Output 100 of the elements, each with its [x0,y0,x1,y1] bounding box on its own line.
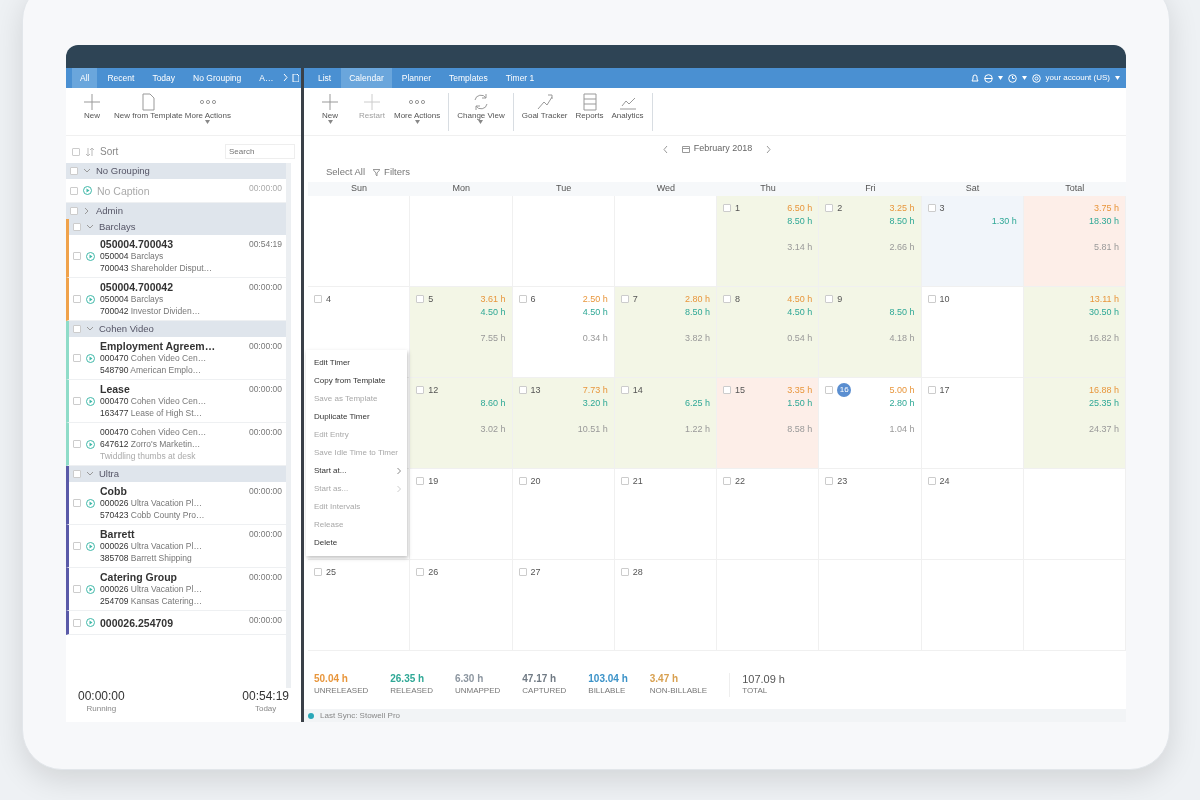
calendar-cell[interactable]: 28 [614,560,717,652]
day-checkbox[interactable] [723,477,731,486]
toolbar-button[interactable]: Reports [569,93,610,120]
day-checkbox[interactable] [825,477,834,486]
timer-checkbox[interactable] [73,440,81,448]
calendar-cell[interactable]: 25 [308,560,411,652]
play-icon[interactable] [86,541,95,551]
day-checkbox[interactable] [723,204,731,213]
day-checkbox[interactable] [825,386,834,395]
day-checkbox[interactable] [825,295,834,304]
day-checkbox[interactable] [927,295,936,304]
day-checkbox[interactable] [518,295,527,304]
day-checkbox[interactable] [927,204,936,213]
chevron-down-icon[interactable] [87,224,93,230]
chevron-right-icon[interactable] [766,145,772,153]
calendar-cell[interactable]: 24 [921,469,1024,561]
calendar-cell[interactable]: 20 [512,469,615,561]
day-checkbox[interactable] [416,386,425,395]
toolbar-button[interactable]: New [310,93,350,124]
timer-row[interactable]: 000470 Cohen Video Cen… 647612 Zorro's Marketin… Twiddling thumbs at desk 00:00:00 [66,423,286,466]
group-checkbox[interactable] [70,167,78,175]
calendar-cell[interactable]: 2 3.25 h 8.50 h 2.66 h [819,196,922,288]
day-checkbox[interactable] [416,568,425,577]
group-checkbox[interactable] [73,470,81,478]
calendar-cell[interactable]: 17 [921,378,1024,470]
group-header[interactable]: Ultra [66,466,286,482]
calendar-cell[interactable]: 8 4.50 h 4.50 h 0.54 h [717,287,820,379]
bell-icon[interactable] [970,73,979,83]
calendar-cell[interactable]: 13 7.73 h 3.20 h 10.51 h [512,378,615,470]
play-icon[interactable] [86,618,95,627]
day-checkbox[interactable] [620,295,629,304]
day-checkbox[interactable] [723,295,731,304]
calendar-cell[interactable]: 9 8.50 h 4.18 h [819,287,922,379]
day-checkbox[interactable] [723,386,731,395]
group-checkbox[interactable] [73,325,81,333]
day-checkbox[interactable] [927,386,936,395]
timer-row[interactable]: Lease 000470 Cohen Video Cen… 163477 Lease of High St… 00:00:00 [66,380,286,423]
day-checkbox[interactable] [314,568,322,577]
calendar-cell[interactable]: 22 [717,469,820,561]
timer-checkbox[interactable] [73,499,81,507]
group-header[interactable]: Admin [66,203,286,219]
select-checkbox[interactable] [72,147,80,156]
day-checkbox[interactable] [416,295,425,304]
menu-item[interactable]: Duplicate Timer [306,408,407,426]
timer-row[interactable]: 050004.700043 050004 Barclays 700043 Shareholder Disput… 00:54:19 [66,235,286,278]
calendar-cell[interactable]: 21 [614,469,717,561]
menu-item[interactable]: Edit Timer [306,354,407,372]
day-checkbox[interactable] [518,386,527,395]
calendar-cell[interactable]: 19 [410,469,513,561]
day-checkbox[interactable] [927,477,936,486]
timer-row[interactable]: Cobb 000026 Ultra Vacation Pl… 570423 Cobb County Pro… 00:00:00 [66,482,286,525]
group-header[interactable]: Cohen Video [66,321,286,337]
select-all-link[interactable]: Select All [326,165,366,180]
timer-checkbox[interactable] [73,295,81,303]
calendar-cell[interactable]: 1 6.50 h 8.50 h 3.14 h [717,196,820,288]
month-label[interactable]: February 2018 [693,142,753,156]
timer-row[interactable]: Employment Agreem… 000470 Cohen Video Cen… 548790 American Emplo… 00:00:00 [66,337,286,380]
calendar-cell[interactable]: 10 [921,287,1024,379]
filters-link[interactable]: Filters [384,165,410,180]
toolbar-button[interactable]: Change View [457,93,514,131]
timer-row[interactable]: Catering Group 000026 Ultra Vacation Pl… 254709 Kansas Catering… 00:00:00 [66,568,286,611]
group-checkbox[interactable] [73,223,81,231]
day-checkbox[interactable] [518,477,527,486]
caret-icon[interactable] [1115,76,1120,80]
sort-icon[interactable] [86,147,94,156]
clock-icon[interactable] [1007,73,1017,83]
play-icon[interactable] [86,396,95,406]
timer-checkbox[interactable] [73,354,81,362]
calendar-cell[interactable]: 6 2.50 h 4.50 h 0.34 h [512,287,615,379]
calendar-cell[interactable]: 3 1.30 h [921,196,1024,288]
calendar-cell[interactable]: 23 [819,469,922,561]
caret-icon[interactable] [997,76,1003,80]
timer-checkbox[interactable] [73,618,81,627]
play-icon[interactable] [83,186,92,195]
timer-checkbox[interactable] [73,397,81,405]
globe-icon[interactable] [983,73,993,83]
toolbar-button[interactable]: More Actions [394,93,450,131]
timer-checkbox[interactable] [73,542,81,550]
timer-row[interactable]: 050004.700042 050004 Barclays 700042 Investor Dividen… 00:00:00 [66,278,286,321]
group-checkbox[interactable] [70,207,78,215]
toolbar-button[interactable]: Goal Tracker [521,93,568,120]
chevron-right-icon[interactable] [84,208,90,214]
calendar-cell[interactable]: 12 8.60 h 3.02 h [410,378,513,470]
sort-label[interactable]: Sort [100,144,119,159]
day-checkbox[interactable] [620,386,629,395]
chevron-down-icon[interactable] [87,326,93,332]
timer-checkbox[interactable] [70,186,78,195]
play-icon[interactable] [86,294,95,304]
timer-checkbox[interactable] [73,585,81,593]
search-field[interactable]: Search [225,144,295,159]
day-checkbox[interactable] [416,477,425,486]
chevron-left-icon[interactable] [662,145,668,153]
play-icon[interactable] [86,498,95,508]
calendar-cell[interactable]: 15 3.35 h 1.50 h 8.58 h [717,378,820,470]
timer-row[interactable]: Barrett 000026 Ultra Vacation Pl… 385708 Barrett Shipping 00:00:00 [66,525,286,568]
toolbar-button[interactable]: Analytics [611,93,653,131]
chevron-down-icon[interactable] [87,471,93,477]
timer-row[interactable]: 000026.254709 00:00:00 [66,611,286,635]
toolbar-button[interactable]: New [72,93,112,120]
day-checkbox[interactable] [314,295,322,304]
